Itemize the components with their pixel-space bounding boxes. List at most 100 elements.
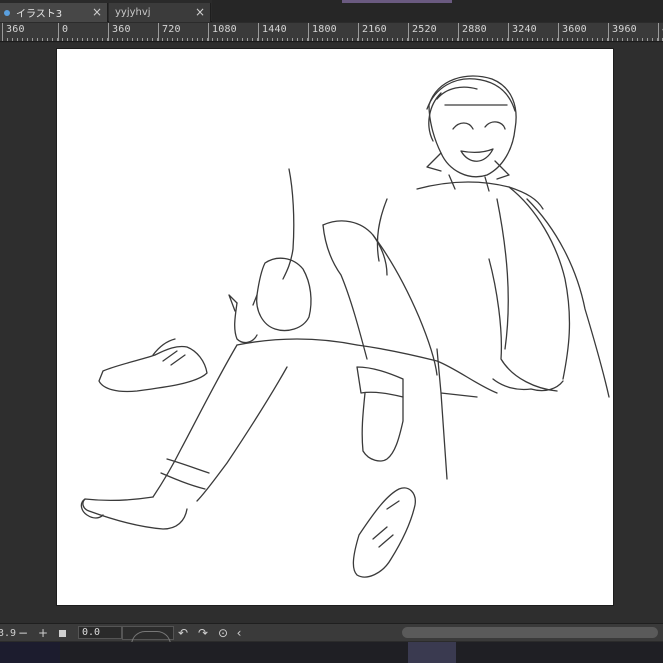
- ruler-minor-tick: [212, 38, 213, 41]
- square-icon: [58, 629, 66, 637]
- tab-yyjyhvj[interactable]: yyjyhvj ×: [109, 3, 211, 22]
- shoe-right-laces: [372, 500, 400, 548]
- ruler-label: 720: [162, 24, 181, 35]
- shoe-right: [352, 487, 416, 578]
- taskbar-strip: [0, 642, 663, 663]
- ruler-minor-tick: [537, 38, 538, 41]
- angle-field[interactable]: 0.0: [78, 626, 122, 639]
- ruler-minor-tick: [337, 38, 338, 41]
- ruler-minor-tick: [582, 38, 583, 41]
- ruler-minor-tick: [317, 38, 318, 41]
- cat-tail: [282, 168, 295, 280]
- ruler-minor-tick: [612, 38, 613, 41]
- ruler-minor-tick: [157, 38, 158, 41]
- ruler-minor-tick: [307, 38, 308, 41]
- ruler-minor-tick: [347, 38, 348, 41]
- tab-close-icon[interactable]: ×: [195, 5, 205, 19]
- rotate-right-button[interactable]: ↷: [196, 624, 210, 642]
- ruler-minor-tick: [367, 38, 368, 41]
- ruler-minor-tick: [87, 38, 88, 41]
- ruler-minor-tick: [152, 38, 153, 41]
- sketch-artwork: [80, 75, 610, 578]
- seat-line: [356, 344, 498, 394]
- hand-right: [492, 378, 564, 392]
- ruler-minor-tick: [442, 38, 443, 41]
- ruler-minor-tick: [622, 38, 623, 41]
- ruler-minor-tick: [447, 38, 448, 41]
- ruler-minor-tick: [357, 38, 358, 41]
- ruler-minor-tick: [437, 38, 438, 41]
- ruler-minor-tick: [137, 38, 138, 41]
- taskbar-block: [0, 642, 60, 663]
- ruler-minor-tick: [242, 38, 243, 41]
- ruler-label: 2880: [462, 24, 487, 35]
- ruler-minor-tick: [382, 38, 383, 41]
- leg-extended-top: [152, 344, 238, 498]
- ruler-minor-tick: [552, 38, 553, 41]
- tab-close-icon[interactable]: ×: [92, 5, 102, 19]
- ruler-minor-tick: [392, 38, 393, 41]
- ruler-major-tick: [58, 23, 59, 41]
- ruler-major-tick: [258, 23, 259, 41]
- ruler-minor-tick: [462, 38, 463, 41]
- tab-illust3[interactable]: イラスト3 ×: [0, 3, 108, 22]
- rotate-left-button[interactable]: ↶: [176, 624, 190, 642]
- ruler-minor-tick: [52, 38, 53, 41]
- ruler-minor-tick: [472, 38, 473, 41]
- ruler-major-tick: [358, 23, 359, 41]
- ruler-minor-tick: [32, 38, 33, 41]
- shoulders: [416, 181, 544, 210]
- tab-label: イラスト3: [16, 9, 63, 20]
- shoe-left: [98, 345, 208, 393]
- reset-rotation-button[interactable]: ⊙: [216, 624, 230, 642]
- zoom-in-button[interactable]: +: [36, 624, 50, 642]
- ruler-minor-tick: [297, 38, 298, 41]
- ruler-minor-tick: [627, 38, 628, 41]
- fit-view-button[interactable]: [56, 624, 68, 642]
- ruler-minor-tick: [252, 38, 253, 41]
- ruler-minor-tick: [257, 38, 258, 41]
- ruler-minor-tick: [57, 38, 58, 41]
- ruler-label: 3960: [612, 24, 637, 35]
- ruler-minor-tick: [112, 38, 113, 41]
- horizontal-scrollbar[interactable]: [402, 627, 658, 638]
- drawing-canvas[interactable]: [57, 49, 613, 605]
- ruler-minor-tick: [512, 38, 513, 41]
- ruler-minor-tick: [237, 38, 238, 41]
- ruler-minor-tick: [372, 38, 373, 41]
- ruler-minor-tick: [127, 38, 128, 41]
- ruler-minor-tick: [232, 38, 233, 41]
- ruler-minor-tick: [617, 38, 618, 41]
- ruler-minor-tick: [542, 38, 543, 41]
- ruler-minor-tick: [207, 38, 208, 41]
- scroll-left-button[interactable]: ‹: [234, 624, 244, 642]
- ruler-minor-tick: [522, 38, 523, 41]
- horizontal-ruler[interactable]: 360 0 360 720 1080 1440 1800 2160 2520 2880 3240 36…: [0, 23, 663, 42]
- ruler-minor-tick: [652, 38, 653, 41]
- ruler-minor-tick: [377, 38, 378, 41]
- ruler-minor-tick: [352, 38, 353, 41]
- modified-dot-icon: [4, 9, 10, 16]
- ruler-label: 2160: [362, 24, 387, 35]
- rotation-slider[interactable]: [122, 626, 174, 645]
- ruler-minor-tick: [27, 38, 28, 41]
- ruler-minor-tick: [102, 38, 103, 41]
- zoom-value[interactable]: 3.9: [0, 624, 16, 642]
- ruler-minor-tick: [262, 38, 263, 41]
- mouth: [460, 148, 494, 162]
- ruler-minor-tick: [507, 38, 508, 41]
- ruler-minor-tick: [267, 38, 268, 41]
- ruler-minor-tick: [22, 38, 23, 41]
- ruler-minor-tick: [477, 38, 478, 41]
- ruler-minor-tick: [587, 38, 588, 41]
- ruler-minor-tick: [217, 38, 218, 41]
- ruler-minor-tick: [47, 38, 48, 41]
- ruler-minor-tick: [2, 38, 3, 41]
- ruler-minor-tick: [417, 38, 418, 41]
- ruler-minor-tick: [577, 38, 578, 41]
- ruler-minor-tick: [37, 38, 38, 41]
- jacket-drape: [508, 186, 571, 380]
- zoom-out-button[interactable]: −: [16, 624, 30, 642]
- ruler-minor-tick: [327, 38, 328, 41]
- canvas-workspace[interactable]: [0, 43, 663, 623]
